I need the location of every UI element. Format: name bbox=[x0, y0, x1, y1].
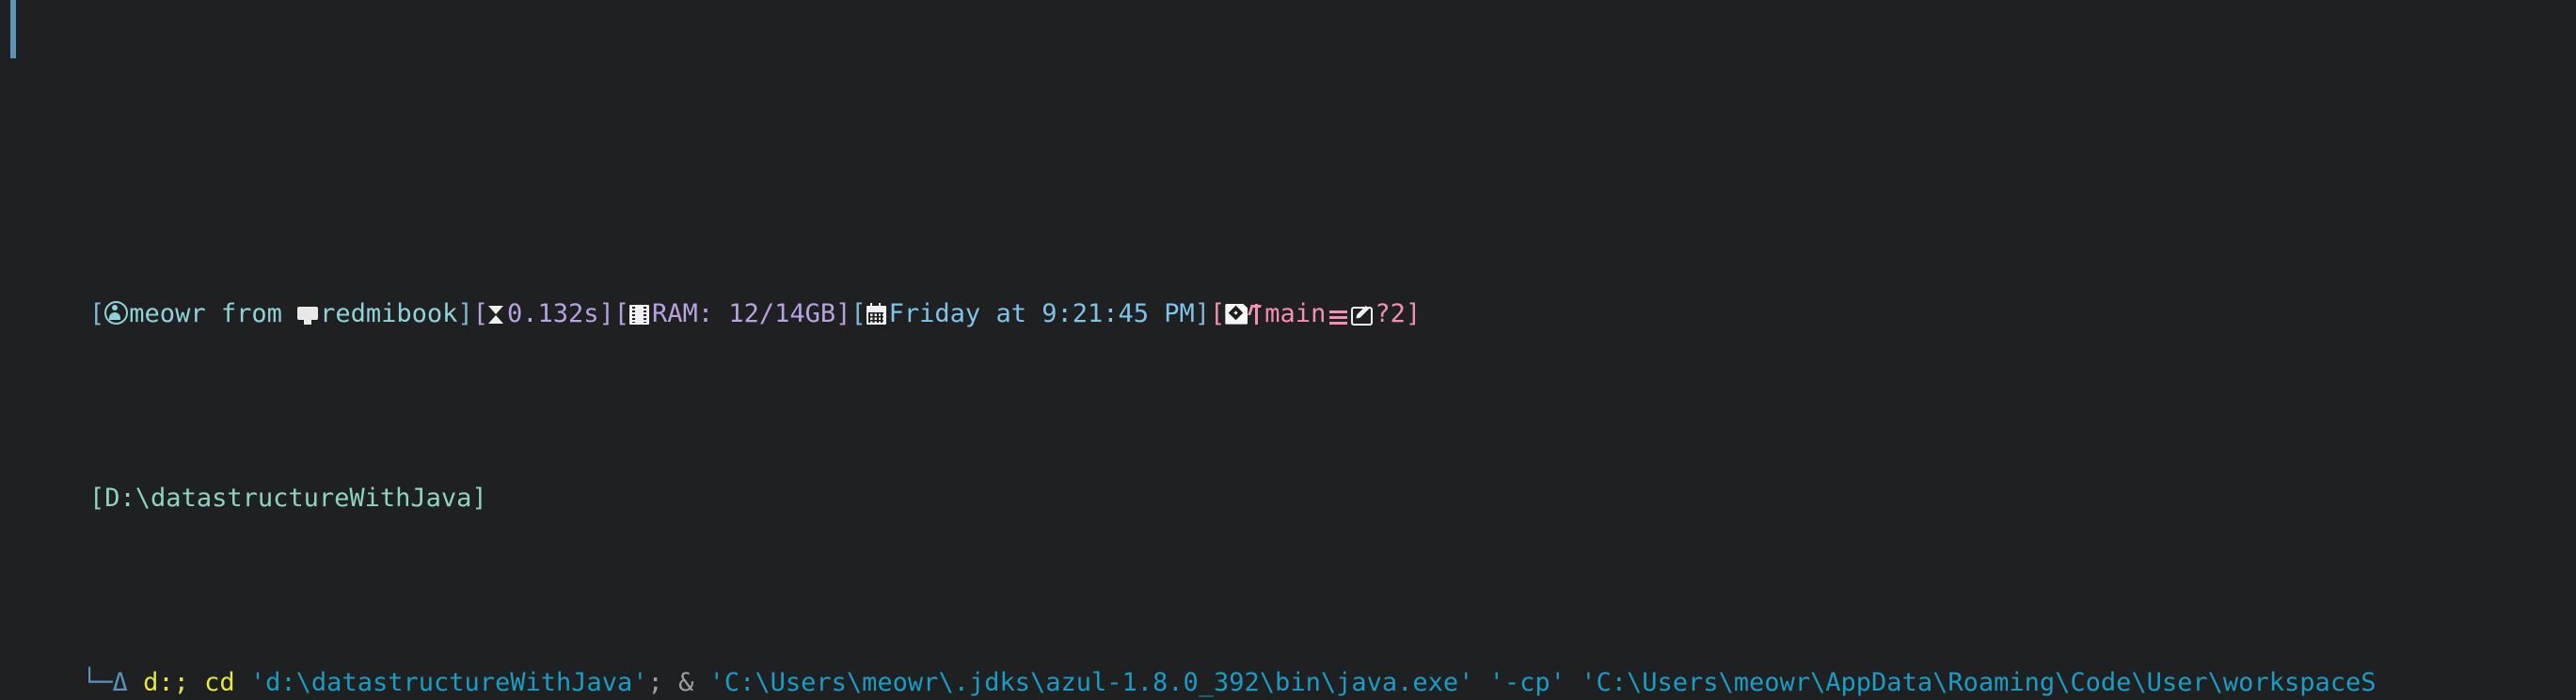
prompt-corner-glyph: └─Δ bbox=[82, 667, 128, 697]
prompt-datetime: Friday at 9:21:45 PM bbox=[888, 298, 1195, 328]
bracket-close-git: ] bbox=[1405, 298, 1422, 328]
prompt-status-line: [meowr from redmibook][0.132s][RAM: 12/1… bbox=[0, 258, 2576, 328]
terminal-window[interactable]: [meowr from redmibook][0.132s][RAM: 12/1… bbox=[0, 0, 2576, 700]
command-cd-path: 'd:\datastructureWithJava' bbox=[249, 667, 648, 697]
hamburger-lines-icon bbox=[1329, 309, 1348, 325]
prompt-branch: main bbox=[1264, 298, 1327, 328]
bracket-open-timer: [ bbox=[472, 298, 488, 328]
command-cd: cd bbox=[204, 667, 235, 697]
bracket-open-user: [ bbox=[89, 298, 105, 328]
ram-chip-icon bbox=[629, 304, 650, 325]
command-semicolon: ; bbox=[647, 667, 663, 697]
git-branch-icon bbox=[1249, 303, 1264, 325]
user-circle-icon bbox=[104, 300, 129, 325]
hourglass-icon bbox=[487, 305, 504, 325]
prompt-ram: RAM: 12/14GB bbox=[652, 298, 836, 328]
monitor-icon bbox=[297, 306, 319, 325]
command-line: └─Δ d:; cd 'd:\datastructureWithJava'; &… bbox=[0, 627, 2576, 697]
calendar-icon bbox=[866, 302, 886, 325]
bracket-close-user: ] bbox=[457, 298, 473, 328]
prompt-from-word: from bbox=[205, 298, 298, 328]
bracket-close-timer: ] bbox=[598, 298, 614, 328]
prompt-untracked-count: ?2 bbox=[1375, 298, 1406, 328]
prompt-user: meowr bbox=[129, 298, 206, 328]
command-ampersand: & bbox=[678, 667, 694, 697]
prompt-host: redmibook bbox=[320, 298, 458, 328]
bracket-open-git: [ bbox=[1210, 298, 1226, 328]
bracket-open-ram: [ bbox=[613, 298, 630, 328]
bracket-open-time: [ bbox=[851, 298, 867, 328]
prompt-left-edge-top bbox=[10, 0, 16, 21]
prompt-left-edge-bottom bbox=[10, 21, 16, 58]
bracket-close-ram: ] bbox=[835, 298, 851, 328]
prompt-duration: 0.132s bbox=[506, 298, 599, 328]
command-cp-path-part1: 'C:\Users\meowr\AppData\Roaming\Code\Use… bbox=[1581, 667, 2377, 697]
command-cp-flag: '-cp' bbox=[1488, 667, 1566, 697]
prompt-cwd: [D:\datastructureWithJava] bbox=[89, 483, 487, 513]
git-file-icon bbox=[1225, 303, 1248, 325]
bracket-close-time: ] bbox=[1194, 298, 1211, 328]
command-java-exe: 'C:\Users\meowr\.jdks\azul-1.8.0_392\bin… bbox=[708, 667, 1474, 697]
pencil-box-icon bbox=[1351, 306, 1374, 326]
prompt-cwd-line: [D:\datastructureWithJava] bbox=[0, 442, 2576, 513]
command-drive: d:; bbox=[143, 667, 189, 697]
